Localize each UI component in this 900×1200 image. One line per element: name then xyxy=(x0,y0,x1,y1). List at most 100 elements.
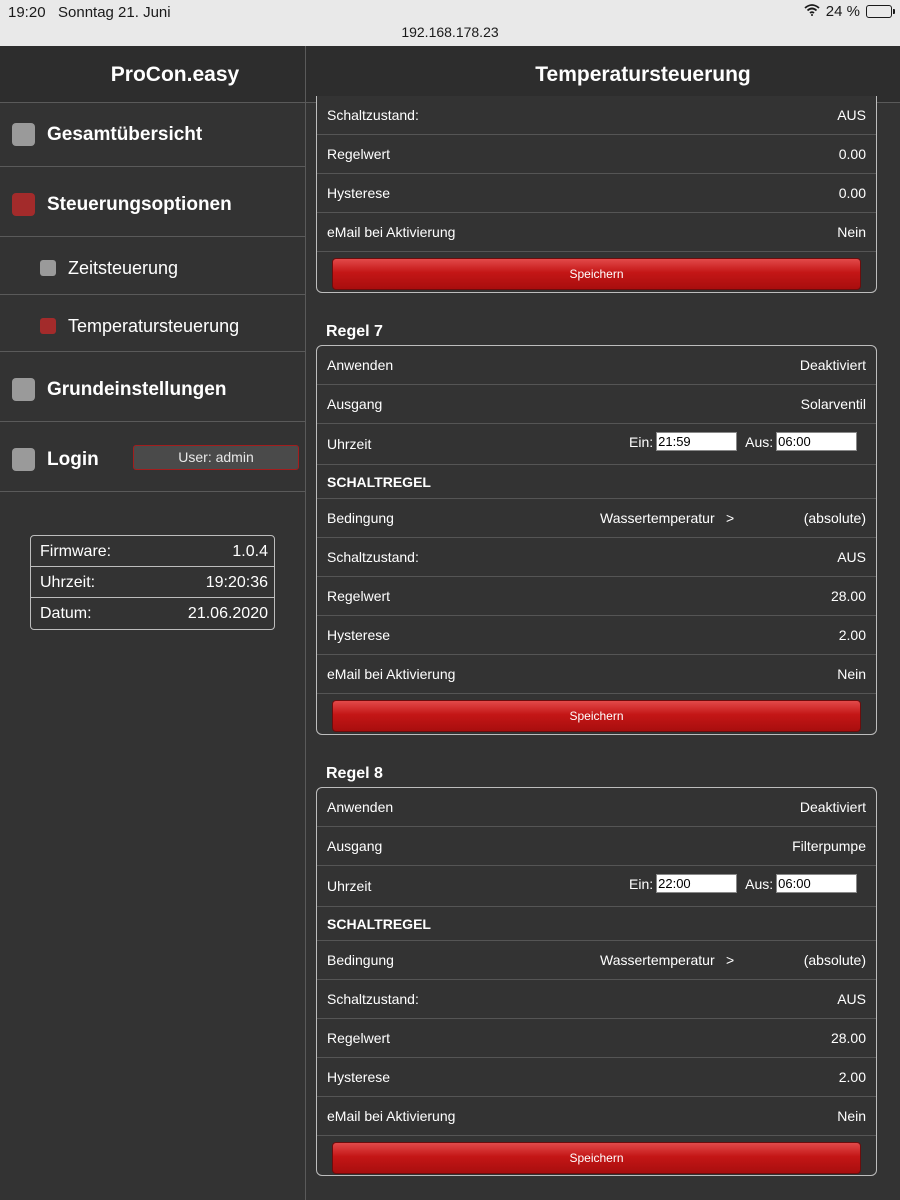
status-square-icon xyxy=(12,448,35,471)
email-value[interactable]: Nein xyxy=(837,666,866,682)
sidebar-item-label: Zeitsteuerung xyxy=(68,258,179,278)
device-info-box: Firmware: 1.0.4 Uhrzeit: 19:20:36 Datum:… xyxy=(30,535,275,630)
condition-sensor[interactable]: Wassertemperatur xyxy=(600,510,715,526)
condition-operator[interactable]: > xyxy=(726,952,734,968)
status-time: 19:20 xyxy=(8,4,46,21)
hysteresis-row: Hysterese 0.00 xyxy=(317,174,876,213)
row-label: Regelwert xyxy=(327,1030,391,1046)
time-row: Uhrzeit Ein: 22:00 Aus: 06:00 xyxy=(317,866,876,907)
sidebar-item-label: Temperatursteuerung xyxy=(68,316,240,336)
battery-percent: 24 % xyxy=(825,3,860,20)
row-label: Regelwert xyxy=(327,146,391,162)
sidebar-item-label: Gesamtübersicht xyxy=(47,124,203,145)
save-button[interactable]: Speichern xyxy=(332,1142,861,1174)
hysteresis-value[interactable]: 2.00 xyxy=(839,1069,866,1085)
on-time-input[interactable]: 21:59 xyxy=(656,432,738,451)
info-value: 1.0.4 xyxy=(232,543,268,560)
sidebar-item-label: Login xyxy=(47,449,99,470)
row-value: AUS xyxy=(837,991,866,1007)
apply-row: Anwenden Deaktiviert xyxy=(317,788,876,827)
time-range: Ein: 21:59 Aus: 06:00 xyxy=(629,432,858,451)
apply-row: Anwenden Deaktiviert xyxy=(317,346,876,385)
email-row: eMail bei Aktivierung Nein xyxy=(317,655,876,694)
email-value[interactable]: Nein xyxy=(837,1108,866,1124)
sidebar-item-zeitsteuerung[interactable]: Zeitsteuerung xyxy=(0,237,305,295)
status-square-icon xyxy=(12,378,35,401)
row-label: eMail bei Aktivierung xyxy=(327,1108,456,1124)
output-value[interactable]: Filterpumpe xyxy=(792,838,866,854)
row-label: Ausgang xyxy=(327,396,383,412)
info-value: 19:20:36 xyxy=(205,574,268,591)
apply-value[interactable]: Deaktiviert xyxy=(800,799,866,815)
setpoint-value[interactable]: 28.00 xyxy=(831,588,866,604)
row-label: Regelwert xyxy=(327,588,391,604)
row-label: eMail bei Aktivierung xyxy=(327,224,456,240)
setpoint-value[interactable]: 28.00 xyxy=(831,1030,866,1046)
user-button[interactable]: User: admin xyxy=(133,445,299,470)
row-value: 0.00 xyxy=(838,146,866,162)
switch-state-row: Schaltzustand: AUS xyxy=(317,980,876,1019)
firmware-row: Firmware: 1.0.4 xyxy=(31,536,274,567)
output-row: Ausgang Solarventil xyxy=(317,385,876,424)
row-label: Anwenden xyxy=(327,799,394,815)
row-label: Schaltzustand: xyxy=(327,107,419,123)
brand-title: ProCon.easy xyxy=(110,63,240,86)
row-value: AUS xyxy=(837,549,866,565)
row-label: Hysterese xyxy=(327,627,391,643)
email-row: eMail bei Aktivierung Nein xyxy=(317,213,876,252)
condition-mode[interactable]: (absolute) xyxy=(804,952,866,968)
time-row: Uhrzeit: 19:20:36 xyxy=(31,567,274,598)
info-label: Firmware: xyxy=(40,543,112,560)
row-value: 0.00 xyxy=(838,185,866,201)
sidebar-item-label: Grundeinstellungen xyxy=(47,379,227,400)
info-value: 21.06.2020 xyxy=(187,605,268,622)
switch-state-row: Schaltzustand: AUS xyxy=(317,538,876,577)
battery-icon xyxy=(866,5,895,18)
sidebar-item-gesamtuebersicht[interactable]: Gesamtübersicht xyxy=(0,103,305,167)
wifi-icon xyxy=(804,3,820,20)
row-label: Bedingung xyxy=(327,952,394,968)
section-header: SCHALTREGEL xyxy=(317,907,876,941)
sidebar-item-grundeinstellungen[interactable]: Grundeinstellungen xyxy=(0,352,305,422)
rule-8-title: Regel 8 xyxy=(326,765,383,782)
date-row: Datum: 21.06.2020 xyxy=(31,598,274,629)
email-row: eMail bei Aktivierung Nein xyxy=(317,1097,876,1136)
app-header: ProCon.easy Temperatursteuerung xyxy=(0,46,900,103)
on-time-input[interactable]: 22:00 xyxy=(656,874,738,893)
status-square-icon xyxy=(12,123,35,146)
section-label: SCHALTREGEL xyxy=(327,473,431,490)
sidebar-item-label: Steuerungsoptionen xyxy=(47,194,232,215)
sidebar-item-temperatursteuerung[interactable]: Temperatursteuerung xyxy=(0,295,305,352)
save-row: Speichern xyxy=(317,694,876,734)
column-divider xyxy=(305,46,306,1200)
address-bar-url[interactable]: 192.168.178.23 xyxy=(0,24,900,40)
row-label: Hysterese xyxy=(327,1069,391,1085)
condition-operator[interactable]: > xyxy=(726,510,734,526)
time-row: Uhrzeit Ein: 21:59 Aus: 06:00 xyxy=(317,424,876,465)
off-time-input[interactable]: 06:00 xyxy=(776,432,858,451)
row-label: Anwenden xyxy=(327,357,394,373)
save-button[interactable]: Speichern xyxy=(332,258,861,290)
hysteresis-value[interactable]: 2.00 xyxy=(839,627,866,643)
setpoint-row: Regelwert 28.00 xyxy=(317,577,876,616)
status-square-icon xyxy=(40,318,56,334)
hysteresis-row: Hysterese 2.00 xyxy=(317,616,876,655)
row-label: Uhrzeit xyxy=(327,878,372,894)
status-square-icon xyxy=(40,260,56,276)
setpoint-row: Regelwert 28.00 xyxy=(317,1019,876,1058)
save-button[interactable]: Speichern xyxy=(332,700,861,732)
output-value[interactable]: Solarventil xyxy=(801,396,866,412)
apply-value[interactable]: Deaktiviert xyxy=(800,357,866,373)
page-title: Temperatursteuerung xyxy=(535,63,751,86)
sidebar-item-login[interactable]: Login User: admin xyxy=(0,422,305,492)
off-time-input[interactable]: 06:00 xyxy=(776,874,858,893)
condition-mode[interactable]: (absolute) xyxy=(804,510,866,526)
on-label: Ein: xyxy=(629,433,654,450)
condition-sensor[interactable]: Wassertemperatur xyxy=(600,952,715,968)
row-label: eMail bei Aktivierung xyxy=(327,666,456,682)
status-date: Sonntag 21. Juni xyxy=(58,4,171,21)
condition-row: Bedingung Wassertemperatur > (absolute) xyxy=(317,941,876,980)
section-label: SCHALTREGEL xyxy=(327,915,431,932)
info-label: Datum: xyxy=(40,605,92,622)
sidebar-item-steuerungsoptionen[interactable]: Steuerungsoptionen xyxy=(0,167,305,237)
